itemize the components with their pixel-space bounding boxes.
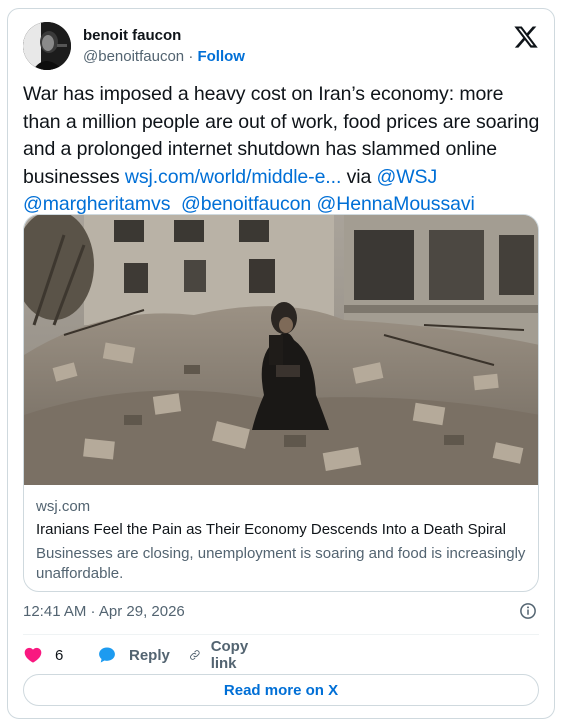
like-button[interactable]: 6 — [23, 644, 63, 666]
tweet-timestamp[interactable]: 12:41 AM · Apr 29, 2026 — [23, 603, 185, 620]
avatar[interactable] — [23, 22, 71, 70]
x-logo-icon[interactable] — [513, 24, 539, 50]
mention-margheritamvs[interactable]: @margheritamvs — [23, 193, 170, 215]
separator-dot: · — [188, 48, 194, 65]
article-link[interactable]: wsj.com/world/middle-e... — [125, 166, 341, 188]
author-name[interactable]: benoit faucon — [83, 27, 181, 44]
mention-benoitfaucon[interactable]: @benoitfaucon — [181, 193, 311, 215]
mention-wsj[interactable]: @WSJ — [377, 166, 438, 188]
info-icon[interactable] — [519, 602, 537, 620]
tweet-card: benoit faucon @benoitfaucon · Follow War… — [7, 8, 555, 719]
follow-button[interactable]: Follow — [197, 48, 245, 65]
author-handle[interactable]: @benoitfaucon — [83, 48, 184, 65]
reply-label: Reply — [129, 646, 170, 664]
article-photo[interactable] — [24, 215, 539, 485]
copy-link-label: Copy link — [210, 638, 249, 672]
like-count: 6 — [55, 646, 64, 664]
divider — [23, 634, 539, 635]
link-card-description: Businesses are closing, unemployment is … — [36, 545, 526, 582]
copy-link-button[interactable]: Copy link — [189, 638, 255, 672]
link-card-title[interactable]: Iranians Feel the Pain as Their Economy … — [36, 521, 506, 538]
reply-button[interactable]: Reply — [97, 644, 170, 666]
via-text: via — [341, 165, 377, 188]
link-card-domain: wsj.com — [36, 498, 91, 515]
heart-icon — [24, 647, 42, 663]
reply-bubble-icon — [99, 647, 115, 663]
link-chain-icon — [190, 650, 200, 660]
link-card[interactable]: wsj.com Iranians Feel the Pain as Their … — [23, 214, 539, 592]
read-more-button[interactable]: Read more on X — [23, 674, 539, 706]
author-handle-row: @benoitfaucon · Follow — [83, 48, 245, 65]
mention-hennamoussavi[interactable]: @HennaMoussavi — [317, 193, 475, 215]
tweet-text: War has imposed a heavy cost on Iran’s e… — [23, 81, 543, 219]
